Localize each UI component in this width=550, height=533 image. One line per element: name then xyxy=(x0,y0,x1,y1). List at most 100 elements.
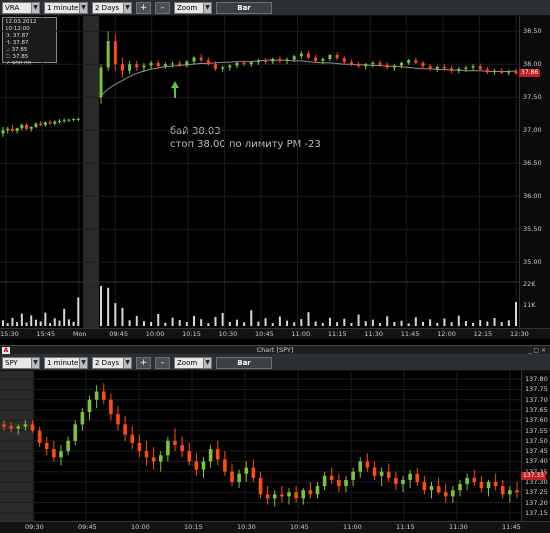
volume-bar xyxy=(171,317,174,326)
candle-body xyxy=(76,118,80,120)
candle-body xyxy=(223,459,227,472)
candle-body xyxy=(500,486,505,495)
candle-body xyxy=(156,62,160,67)
volume-bar xyxy=(121,307,124,326)
volume-bar xyxy=(293,322,296,326)
candle-body xyxy=(73,424,78,441)
volume-bar xyxy=(250,310,253,326)
candle-body xyxy=(408,473,412,480)
volume-bar xyxy=(6,323,9,326)
volume-bar xyxy=(114,303,117,326)
candle-body xyxy=(301,490,306,499)
volume-bar xyxy=(53,318,56,326)
volume-bar xyxy=(400,320,403,326)
volume-bar xyxy=(379,323,382,326)
candle-body xyxy=(221,67,225,69)
candle-body xyxy=(192,57,196,62)
candle-body xyxy=(322,475,327,487)
candle-body xyxy=(472,477,477,482)
volume-bar xyxy=(193,316,196,326)
volume-bar xyxy=(421,321,424,326)
candle-body xyxy=(130,434,135,443)
volume-bar xyxy=(157,313,160,326)
volume-bar xyxy=(472,322,475,326)
volume-bar xyxy=(107,287,110,326)
candle-body xyxy=(486,481,491,489)
volume-bar xyxy=(450,322,453,326)
volume-bar xyxy=(414,317,417,326)
volume-bar xyxy=(11,317,14,326)
candle-body xyxy=(458,484,462,491)
volume-bar xyxy=(328,317,331,326)
candle-body xyxy=(230,471,234,482)
volume-bar xyxy=(321,323,324,326)
volume-bar xyxy=(493,317,496,326)
candle-body xyxy=(37,430,42,443)
candle-body xyxy=(451,490,455,497)
volume-bar xyxy=(228,321,231,326)
volume-bar xyxy=(436,322,439,326)
candle-body xyxy=(187,451,192,462)
candle-body xyxy=(307,53,310,58)
volume-bar xyxy=(343,318,346,326)
volume-bar xyxy=(30,315,33,326)
candle-body xyxy=(44,442,49,450)
premarket-shade xyxy=(0,371,34,521)
candle-body xyxy=(508,490,512,495)
candle-body xyxy=(358,461,363,472)
candle-body xyxy=(371,62,375,65)
candle-body xyxy=(123,424,127,435)
candle-body xyxy=(465,477,469,485)
candle-body xyxy=(515,490,519,493)
candle-body xyxy=(163,64,167,67)
candle-body xyxy=(242,62,246,65)
candle-body xyxy=(344,479,348,487)
candle-body xyxy=(149,62,153,66)
candle-body xyxy=(235,62,239,66)
candle-body xyxy=(401,479,405,485)
candle-body xyxy=(299,53,303,57)
volume-bar xyxy=(307,312,310,326)
candle-body xyxy=(116,414,120,425)
volume-bar xyxy=(386,316,389,326)
candle-body xyxy=(328,54,332,59)
candle-body xyxy=(457,68,461,71)
candle-body xyxy=(392,65,396,68)
candle-body xyxy=(429,486,434,491)
moving-average-line xyxy=(98,59,518,98)
volume-bar xyxy=(49,323,52,326)
candle-body xyxy=(435,66,439,69)
volume-bar xyxy=(486,321,489,326)
candle-body xyxy=(244,467,249,474)
candle-body xyxy=(228,65,232,68)
candle-body xyxy=(180,444,184,452)
candle-body xyxy=(258,477,263,495)
volume-bar xyxy=(336,322,339,326)
candle-body xyxy=(493,70,497,73)
volume-bar xyxy=(44,312,47,326)
candle-body xyxy=(173,440,177,445)
candle-body xyxy=(34,123,38,127)
volume-bar xyxy=(457,315,460,326)
candle-body xyxy=(493,481,498,487)
candle-body xyxy=(62,120,66,122)
volume-bar xyxy=(243,322,246,326)
volume-bar xyxy=(350,322,353,326)
candle-body xyxy=(151,457,156,462)
candle-body xyxy=(185,61,189,66)
volume-bar xyxy=(286,320,289,326)
candle-body xyxy=(264,60,268,62)
candle-body xyxy=(1,130,5,134)
candle-body xyxy=(237,473,241,482)
volume-bar xyxy=(128,320,131,326)
candle-body xyxy=(365,461,370,468)
candle-body xyxy=(256,60,260,63)
candle-body xyxy=(507,71,511,73)
candle-body xyxy=(194,461,199,470)
candle-body xyxy=(436,486,441,493)
candle-body xyxy=(428,66,432,69)
candle-body xyxy=(128,64,132,71)
volume-bar xyxy=(507,320,510,326)
candle-body xyxy=(23,424,28,427)
volume-bar xyxy=(264,318,267,326)
